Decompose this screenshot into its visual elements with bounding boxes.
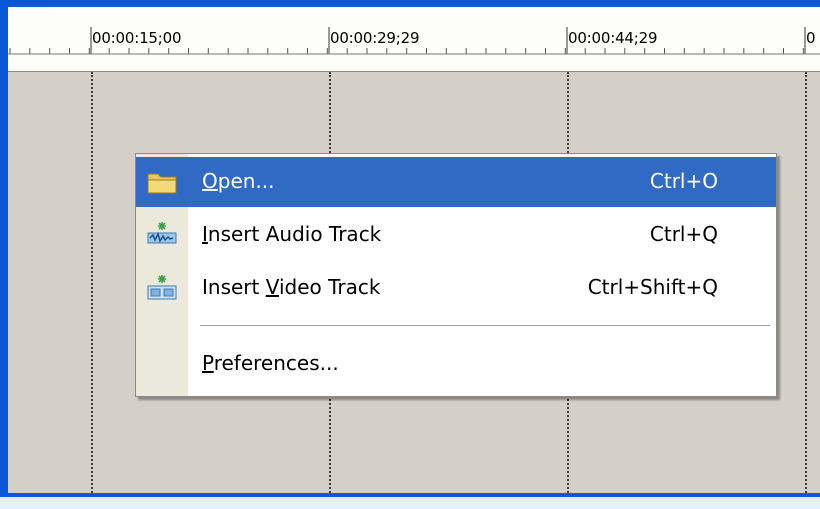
window-frame-bottom [0, 497, 820, 509]
menu-item-insert-audio-track[interactable]: Insert Audio Track Ctrl+Q [136, 210, 776, 260]
menu-item-shortcut: Ctrl+O [649, 169, 718, 193]
ruler-label-60s: 0 [806, 29, 816, 47]
menu-separator [200, 325, 770, 327]
menu-item-insert-video-track[interactable]: Insert Video Track Ctrl+Shift+Q [136, 263, 776, 313]
context-menu: Open... Ctrl+O Insert Audio Track Ctrl+Q… [135, 153, 777, 397]
folder-icon [146, 168, 178, 196]
time-marker-line [91, 72, 93, 493]
mnemonic-letter: V [265, 275, 279, 299]
mnemonic-letter: P [202, 351, 214, 375]
menu-item-label: Insert Video Track [202, 275, 381, 299]
menu-item-preferences[interactable]: Preferences... [136, 339, 776, 389]
audio-track-icon [146, 221, 178, 249]
ruler-label-15s: 00:00:15;00 [92, 29, 182, 47]
menu-item-shortcut: Ctrl+Shift+Q [587, 275, 718, 299]
ruler-label-45s: 00:00:44;29 [568, 29, 658, 47]
video-track-icon [146, 274, 178, 302]
menu-item-open[interactable]: Open... Ctrl+O [136, 157, 776, 207]
timeline-ruler[interactable]: 00:00:15;00 00:00:29;29 00:00:44;29 0 [8, 7, 820, 72]
mnemonic-letter: I [202, 222, 208, 246]
ruler-label-30s: 00:00:29;29 [330, 29, 420, 47]
menu-item-label: Open... [202, 169, 275, 193]
time-marker-line [805, 72, 807, 493]
menu-item-shortcut: Ctrl+Q [649, 222, 718, 246]
menu-item-label: Preferences... [202, 351, 339, 375]
mnemonic-letter: O [202, 169, 218, 193]
menu-item-label: Insert Audio Track [202, 222, 382, 246]
